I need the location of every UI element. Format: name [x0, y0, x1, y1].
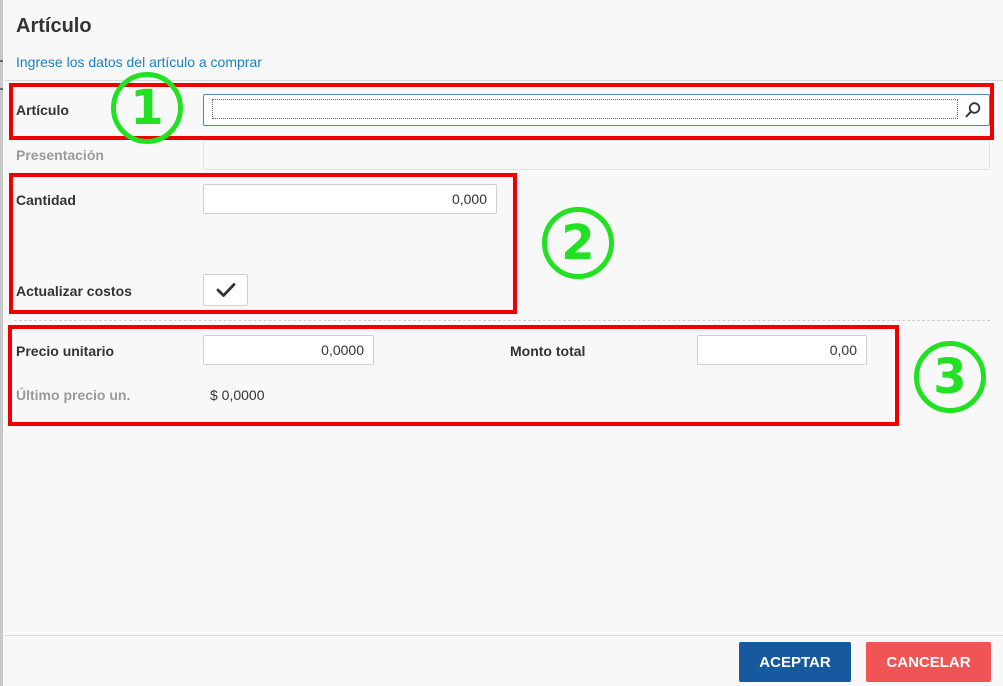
- accept-button[interactable]: ACEPTAR: [739, 642, 851, 682]
- presentacion-label: Presentación: [16, 147, 104, 163]
- footer-divider: [5, 635, 1003, 636]
- annotation-box-3: [8, 325, 899, 426]
- presentacion-value: [203, 140, 990, 170]
- annotation-box-2: [9, 173, 517, 314]
- callout-3: 3: [914, 341, 986, 413]
- window-edge: [0, 0, 3, 686]
- edge-mark: [0, 60, 3, 62]
- callout-2: 2: [542, 207, 614, 279]
- cancel-button[interactable]: CANCELAR: [866, 642, 991, 682]
- dialog-subtitle: Ingrese los datos del artículo a comprar: [16, 54, 262, 70]
- callout-1: 1: [111, 72, 183, 144]
- edge-mark: [0, 88, 3, 90]
- dialog-title: Artículo: [16, 15, 92, 37]
- section-divider: [14, 320, 990, 321]
